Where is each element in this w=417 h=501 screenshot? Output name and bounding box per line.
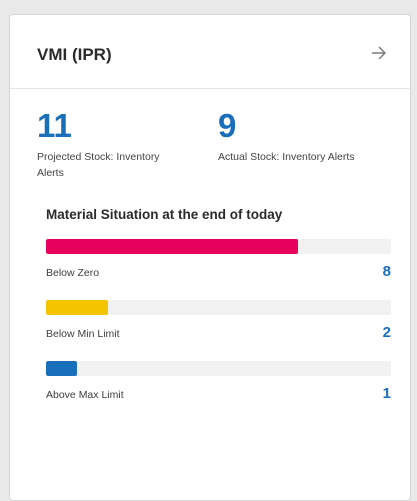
kpi-label: Projected Stock: Inventory Alerts: [37, 151, 160, 179]
card-header: VMI (IPR): [10, 15, 410, 89]
row-count: 1: [382, 385, 391, 402]
row-label: Above Max Limit: [46, 389, 124, 401]
row-count: 2: [382, 324, 391, 341]
progress-fill: [46, 239, 298, 254]
arrow-right-icon[interactable]: [368, 42, 390, 64]
situation-row-above-max-limit[interactable]: Above Max Limit 1: [46, 361, 391, 402]
kpi-value: 9: [218, 107, 237, 144]
progress-track: [46, 300, 391, 315]
vmi-card: VMI (IPR) 11 Projected Stock: Inventory …: [9, 14, 411, 501]
kpi-projected-stock[interactable]: 11 Projected Stock: Inventory Alerts: [37, 107, 207, 181]
row-label: Below Min Limit: [46, 328, 120, 340]
card-title: VMI (IPR): [37, 45, 112, 64]
progress-track: [46, 361, 391, 376]
progress-track: [46, 239, 391, 254]
section-title: Material Situation at the end of today: [46, 207, 283, 222]
row-count: 8: [382, 263, 391, 280]
kpi-value: 11: [37, 107, 72, 144]
progress-fill: [46, 300, 109, 315]
kpi-actual-stock[interactable]: 9 Actual Stock: Inventory Alerts: [218, 107, 388, 165]
row-label: Below Zero: [46, 267, 100, 279]
situation-row-below-min-limit[interactable]: Below Min Limit 2: [46, 300, 391, 341]
progress-fill: [46, 361, 78, 376]
kpi-label: Actual Stock: Inventory Alerts: [218, 151, 355, 163]
situation-row-below-zero[interactable]: Below Zero 8: [46, 239, 391, 280]
